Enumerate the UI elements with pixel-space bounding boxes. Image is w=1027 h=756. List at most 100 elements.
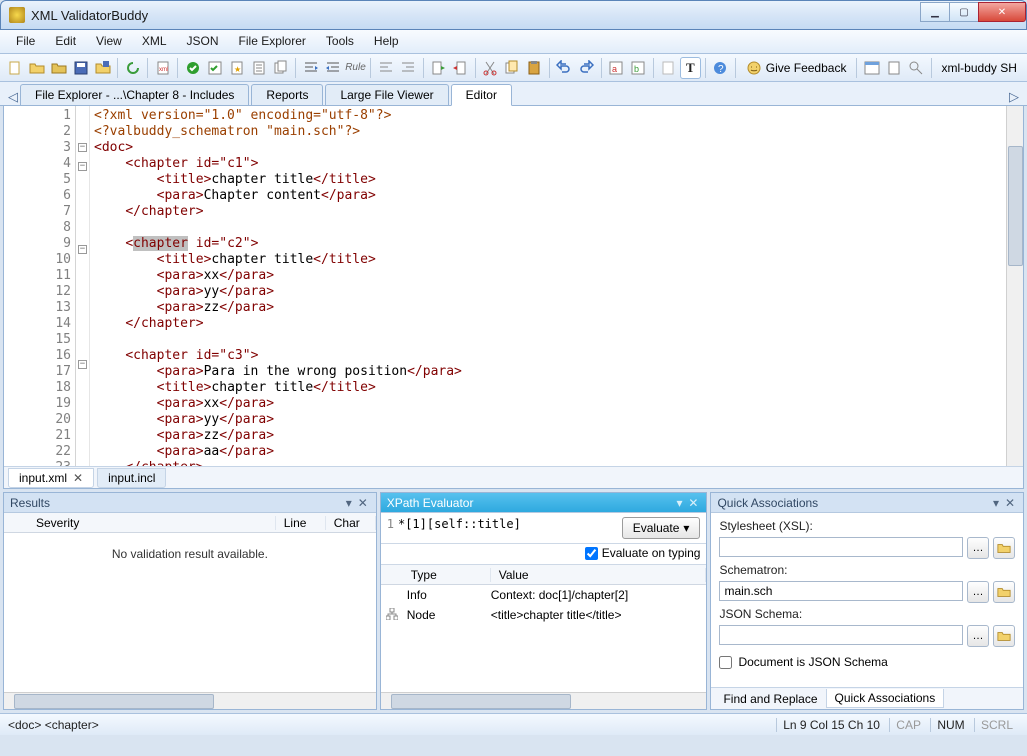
results-panel-header[interactable]: Results ▾ ✕ xyxy=(4,493,376,513)
xpath-horizontal-scrollbar[interactable] xyxy=(381,692,707,709)
quick-assoc-tab[interactable]: Find and Replace xyxy=(715,690,825,708)
close-button[interactable]: ✕ xyxy=(978,2,1026,22)
xpath-dropdown-icon[interactable]: ▾ xyxy=(672,496,686,510)
validate-ok-icon[interactable] xyxy=(182,57,203,79)
xpath-col-value[interactable]: Value xyxy=(491,568,707,582)
status-cursor-position: Ln 9 Col 15 Ch 10 xyxy=(776,718,886,732)
menu-view[interactable]: View xyxy=(86,30,132,53)
copy-icon[interactable] xyxy=(502,57,523,79)
code-editor[interactable]: <?xml version="1.0" encoding="utf-8"?><?… xyxy=(90,106,1006,466)
save-icon[interactable] xyxy=(70,57,91,79)
menu-tools[interactable]: Tools xyxy=(316,30,364,53)
quick-associations-dropdown-icon[interactable]: ▾ xyxy=(989,496,1003,510)
minimize-button[interactable]: ▁ xyxy=(920,2,950,22)
save-all-icon[interactable] xyxy=(92,57,113,79)
tab-scroll-left-icon[interactable]: ◁ xyxy=(6,89,20,105)
evaluate-button[interactable]: Evaluate▾ xyxy=(622,517,701,539)
paste-icon[interactable] xyxy=(524,57,545,79)
json-schema-open-button[interactable] xyxy=(993,625,1015,647)
title-bar: XML ValidatorBuddy ▁ ▢ ✕ xyxy=(0,0,1027,30)
window-title: XML ValidatorBuddy xyxy=(31,8,921,23)
editor-vertical-scrollbar[interactable] xyxy=(1006,106,1023,466)
file-tab[interactable]: input.incl xyxy=(97,468,166,488)
text-t-icon[interactable]: T xyxy=(680,57,701,79)
doc-star-icon[interactable]: ★ xyxy=(226,57,247,79)
doc-view-icon[interactable] xyxy=(883,57,904,79)
schematron-label: Schematron: xyxy=(719,563,1015,577)
results-col-severity[interactable]: Severity xyxy=(28,516,276,530)
menu-file[interactable]: File xyxy=(6,30,45,53)
stylesheet-open-button[interactable] xyxy=(993,537,1015,559)
stylesheet-browse-button[interactable]: … xyxy=(967,537,989,559)
quick-assoc-tab[interactable]: Quick Associations xyxy=(826,689,945,708)
tool-b-icon[interactable]: b xyxy=(628,57,649,79)
doc-list-icon[interactable] xyxy=(248,57,269,79)
window-layout-icon[interactable] xyxy=(861,57,882,79)
evaluate-on-typing-checkbox[interactable] xyxy=(585,547,598,560)
menu-edit[interactable]: Edit xyxy=(45,30,86,53)
find-icon[interactable] xyxy=(906,57,927,79)
doc-plain-icon[interactable] xyxy=(658,57,679,79)
status-scrl: SCRL xyxy=(974,718,1019,732)
code-indent-icon[interactable] xyxy=(375,57,396,79)
file-tab-close-icon[interactable]: ✕ xyxy=(73,471,83,485)
stylesheet-input[interactable] xyxy=(719,537,963,557)
results-columns: Severity Line Char xyxy=(4,513,376,533)
line-number-gutter: 1234567891011121314151617181920212223 xyxy=(4,106,76,466)
doc-tab[interactable]: File Explorer - ...\Chapter 8 - Includes xyxy=(20,84,249,105)
indent-left-icon[interactable] xyxy=(322,57,343,79)
doc-copy-icon[interactable] xyxy=(270,57,291,79)
menu-file-explorer[interactable]: File Explorer xyxy=(229,30,316,53)
schematron-open-button[interactable] xyxy=(993,581,1015,603)
doc-tab[interactable]: Reports xyxy=(251,84,323,105)
results-dropdown-icon[interactable]: ▾ xyxy=(342,496,356,510)
undo-icon[interactable] xyxy=(554,57,575,79)
results-col-char[interactable]: Char xyxy=(326,516,376,530)
doc-tab[interactable]: Editor xyxy=(451,84,512,106)
cut-icon[interactable] xyxy=(480,57,501,79)
json-schema-browse-button[interactable]: … xyxy=(967,625,989,647)
help-icon[interactable]: ? xyxy=(710,57,731,79)
xpath-result-row[interactable]: Node<title>chapter title</title> xyxy=(381,605,707,626)
quick-associations-close-icon[interactable]: ✕ xyxy=(1003,496,1017,510)
results-col-line[interactable]: Line xyxy=(276,516,326,530)
menu-xml[interactable]: XML xyxy=(132,30,177,53)
tab-scroll-right-icon[interactable]: ▷ xyxy=(1007,89,1021,105)
doc-import-icon[interactable] xyxy=(450,57,471,79)
schematron-browse-button[interactable]: … xyxy=(967,581,989,603)
code-outdent-icon[interactable] xyxy=(397,57,418,79)
xpath-panel-header[interactable]: XPath Evaluator ▾ ✕ xyxy=(381,493,707,513)
rule-icon[interactable]: Rule xyxy=(344,57,366,79)
fold-column[interactable]: −−−− xyxy=(76,106,90,466)
tool-a-icon[interactable]: a xyxy=(606,57,627,79)
doc-is-json-schema-checkbox[interactable] xyxy=(719,656,732,669)
indent-right-icon[interactable] xyxy=(300,57,321,79)
evaluate-on-typing-label: Evaluate on typing xyxy=(602,546,701,560)
menu-help[interactable]: Help xyxy=(364,30,409,53)
schematron-input[interactable] xyxy=(719,581,963,601)
results-horizontal-scrollbar[interactable] xyxy=(4,692,376,709)
quick-assoc-bottom-tabs: Find and ReplaceQuick Associations xyxy=(711,687,1023,709)
json-schema-input[interactable] xyxy=(719,625,963,645)
give-feedback-button[interactable]: Give Feedback xyxy=(740,57,853,79)
xpath-col-type[interactable]: Type xyxy=(403,568,491,582)
open-folder-alt-icon[interactable] xyxy=(48,57,69,79)
xml-doc-icon[interactable]: xml xyxy=(152,57,173,79)
xpath-expression-input[interactable]: 1*[1][self::title] xyxy=(387,517,616,531)
quick-associations-header[interactable]: Quick Associations ▾ ✕ xyxy=(711,493,1023,513)
xpath-result-rows: InfoContext: doc[1]/chapter[2]Node<title… xyxy=(381,585,707,626)
refresh-icon[interactable] xyxy=(122,57,143,79)
file-tab[interactable]: input.xml✕ xyxy=(8,468,94,488)
redo-icon[interactable] xyxy=(576,57,597,79)
new-file-icon[interactable] xyxy=(4,57,25,79)
doc-tab[interactable]: Large File Viewer xyxy=(325,84,448,105)
maximize-button[interactable]: ▢ xyxy=(949,2,979,22)
open-folder-icon[interactable] xyxy=(26,57,47,79)
doc-export-icon[interactable] xyxy=(427,57,448,79)
menu-json[interactable]: JSON xyxy=(177,30,229,53)
svg-text:?: ? xyxy=(718,64,724,75)
xpath-close-icon[interactable]: ✕ xyxy=(686,496,700,510)
results-close-icon[interactable]: ✕ xyxy=(356,496,370,510)
schema-check-icon[interactable] xyxy=(204,57,225,79)
xpath-result-row[interactable]: InfoContext: doc[1]/chapter[2] xyxy=(381,585,707,605)
